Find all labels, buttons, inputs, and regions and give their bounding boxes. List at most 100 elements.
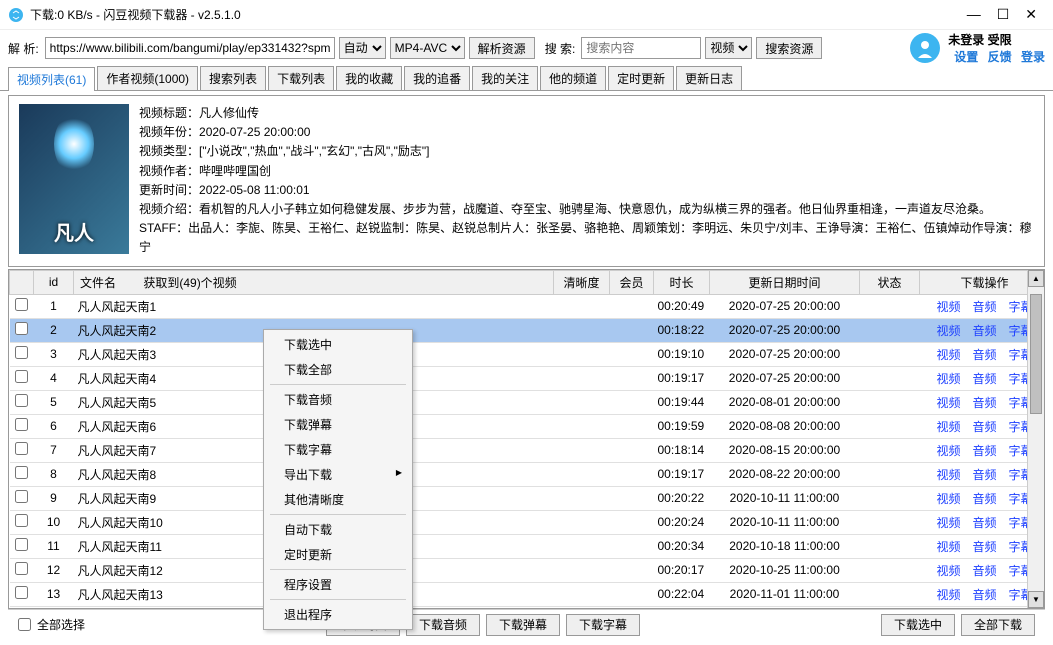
download-sub-link[interactable]: 字幕 [1009,348,1028,362]
table-row[interactable]: 6凡人风起天南600:19:592020-08-08 20:00:00视频音频字… [10,414,1028,438]
table-row[interactable]: 7凡人风起天南700:18:142020-08-15 20:00:00视频音频字… [10,438,1028,462]
table-row[interactable]: 12凡人风起天南1200:20:172020-10-25 11:00:00视频音… [10,558,1028,582]
download-audio-link[interactable]: 音频 [972,540,996,554]
close-button[interactable]: ✕ [1025,6,1037,23]
scrollbar[interactable]: ▲ ▼ [1027,270,1044,608]
download-audio-link[interactable]: 音频 [972,348,996,362]
menu-item[interactable]: 自动下载 [266,517,410,542]
col-quality[interactable]: 清晰度 [554,270,610,294]
download-audio-link[interactable]: 音频 [972,564,996,578]
menu-item[interactable]: 下载全部 [266,357,410,382]
download-sub-link[interactable]: 字幕 [1009,588,1028,602]
download-video-link[interactable]: 视频 [936,564,960,578]
download-audio-link[interactable]: 音频 [972,468,996,482]
download-audio-link[interactable]: 音频 [972,588,996,602]
download-sub-link[interactable]: 字幕 [1009,420,1028,434]
maximize-button[interactable]: ☐ [997,6,1010,23]
menu-item[interactable]: 下载音频 [266,387,410,412]
row-checkbox[interactable] [15,370,28,383]
menu-item[interactable]: 下载字幕 [266,437,410,462]
menu-item[interactable]: 导出下载 [266,462,410,487]
bottom-button[interactable]: 全部下载 [961,614,1035,636]
bottom-button[interactable]: 下载音频 [406,614,480,636]
format-select[interactable]: MP4-AVC [390,37,465,59]
download-audio-link[interactable]: 音频 [972,444,996,458]
table-row[interactable]: 4凡人风起天南400:19:172020-07-25 20:00:00视频音频字… [10,366,1028,390]
menu-item[interactable]: 下载选中 [266,332,410,357]
row-checkbox[interactable] [15,346,28,359]
download-sub-link[interactable]: 字幕 [1009,516,1028,530]
select-all-checkbox[interactable] [18,618,31,631]
row-checkbox[interactable] [15,490,28,503]
settings-link[interactable]: 设置 [954,50,978,64]
download-video-link[interactable]: 视频 [936,540,960,554]
row-checkbox[interactable] [15,322,28,335]
row-checkbox[interactable] [15,298,28,311]
download-video-link[interactable]: 视频 [936,468,960,482]
bottom-button[interactable]: 下载弹幕 [486,614,560,636]
download-sub-link[interactable]: 字幕 [1009,324,1028,338]
download-audio-link[interactable]: 音频 [972,372,996,386]
bottom-button[interactable]: 下载字幕 [566,614,640,636]
bottom-button[interactable]: 下载选中 [881,614,955,636]
tab-9[interactable]: 更新日志 [676,66,742,90]
table-row[interactable]: 10凡人风起天南1000:20:242020-10-11 11:00:00视频音… [10,510,1028,534]
url-input[interactable] [45,37,335,59]
download-sub-link[interactable]: 字幕 [1009,492,1028,506]
download-video-link[interactable]: 视频 [936,444,960,458]
col-filename[interactable]: 文件名 获取到(49)个视频 [74,270,554,294]
avatar[interactable] [910,33,940,63]
row-checkbox[interactable] [15,514,28,527]
table-row[interactable]: 13凡人风起天南1300:22:042020-11-01 11:00:00视频音… [10,582,1028,606]
table-row[interactable]: 9凡人风起天南900:20:222020-10-11 11:00:00视频音频字… [10,486,1028,510]
row-checkbox[interactable] [15,394,28,407]
table-row[interactable]: 5凡人风起天南500:19:442020-08-01 20:00:00视频音频字… [10,390,1028,414]
download-audio-link[interactable]: 音频 [972,324,996,338]
download-audio-link[interactable]: 音频 [972,300,996,314]
row-checkbox[interactable] [15,538,28,551]
scroll-down-icon[interactable]: ▼ [1028,591,1044,608]
tab-7[interactable]: 他的频道 [540,66,606,90]
parse-button[interactable]: 解析资源 [469,37,535,59]
auto-select[interactable]: 自动 [339,37,386,59]
feedback-link[interactable]: 反馈 [988,50,1012,64]
tab-2[interactable]: 搜索列表 [200,66,266,90]
download-sub-link[interactable]: 字幕 [1009,468,1028,482]
search-button[interactable]: 搜索资源 [756,37,822,59]
download-sub-link[interactable]: 字幕 [1009,372,1028,386]
tab-4[interactable]: 我的收藏 [336,66,402,90]
menu-item[interactable]: 下载弹幕 [266,412,410,437]
menu-item[interactable]: 定时更新 [266,542,410,567]
download-sub-link[interactable]: 字幕 [1009,444,1028,458]
col-vip[interactable]: 会员 [610,270,654,294]
download-sub-link[interactable]: 字幕 [1009,396,1028,410]
login-link[interactable]: 登录 [1021,50,1045,64]
download-sub-link[interactable]: 字幕 [1009,540,1028,554]
row-checkbox[interactable] [15,562,28,575]
download-video-link[interactable]: 视频 [936,420,960,434]
menu-item[interactable]: 退出程序 [266,602,410,627]
tab-0[interactable]: 视频列表(61) [8,67,95,91]
scroll-thumb[interactable] [1030,294,1042,414]
tab-8[interactable]: 定时更新 [608,66,674,90]
row-checkbox[interactable] [15,418,28,431]
download-audio-link[interactable]: 音频 [972,420,996,434]
download-video-link[interactable]: 视频 [936,492,960,506]
download-audio-link[interactable]: 音频 [972,396,996,410]
search-type-select[interactable]: 视频 [705,37,752,59]
download-audio-link[interactable]: 音频 [972,492,996,506]
tab-5[interactable]: 我的追番 [404,66,470,90]
download-video-link[interactable]: 视频 [936,396,960,410]
table-row[interactable]: 2凡人风起天南200:18:222020-07-25 20:00:00视频音频字… [10,318,1028,342]
row-checkbox[interactable] [15,466,28,479]
download-sub-link[interactable]: 字幕 [1009,300,1028,314]
menu-item[interactable]: 程序设置 [266,572,410,597]
search-input[interactable] [581,37,701,59]
col-ops[interactable]: 下载操作 [920,270,1028,294]
download-video-link[interactable]: 视频 [936,588,960,602]
table-row[interactable]: 8凡人风起天南800:19:172020-08-22 20:00:00视频音频字… [10,462,1028,486]
tab-1[interactable]: 作者视频(1000) [97,66,198,90]
download-video-link[interactable]: 视频 [936,516,960,530]
row-checkbox[interactable] [15,586,28,599]
download-video-link[interactable]: 视频 [936,300,960,314]
